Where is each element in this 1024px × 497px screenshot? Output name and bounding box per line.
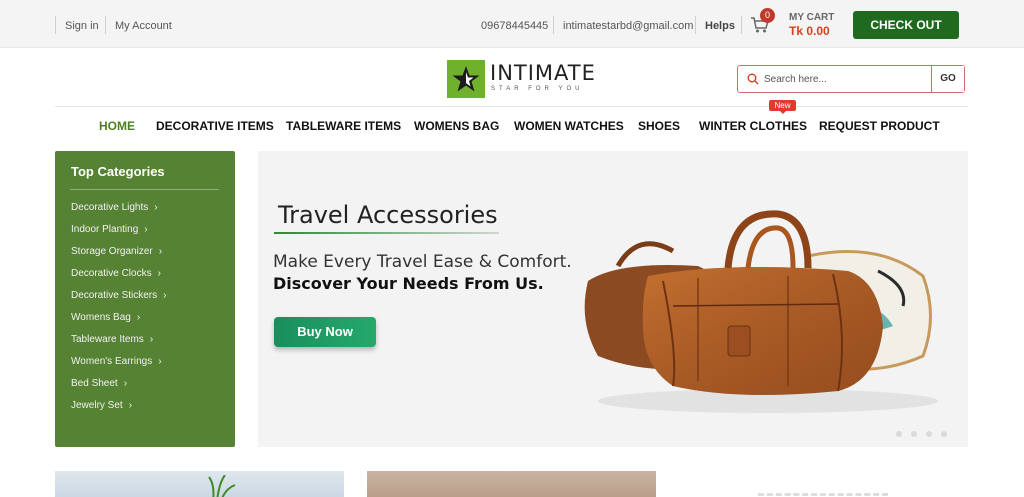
category-label: Women's Earrings bbox=[71, 356, 153, 367]
carousel-dot[interactable] bbox=[896, 431, 902, 437]
category-womens-bag[interactable]: Womens Bag › bbox=[71, 312, 140, 323]
checkout-button[interactable]: CHECK OUT bbox=[853, 11, 959, 39]
my-account-link[interactable]: My Account bbox=[115, 20, 172, 32]
banner-subtitle: Make Every Travel Ease & Comfort. bbox=[273, 252, 572, 272]
category-label: Decorative Lights bbox=[71, 202, 149, 213]
chevron-right-icon: › bbox=[154, 202, 158, 213]
helps-link[interactable]: Helps bbox=[705, 20, 735, 32]
search-go-button[interactable]: GO bbox=[931, 66, 964, 92]
divider bbox=[741, 16, 742, 34]
nav-shoes[interactable]: SHOES bbox=[638, 119, 680, 133]
cart-count-badge: 0 bbox=[760, 8, 775, 23]
chevron-right-icon: › bbox=[128, 400, 133, 411]
search-icon bbox=[747, 73, 759, 85]
nav-decorative-items[interactable]: DECORATIVE ITEMS bbox=[156, 119, 274, 133]
category-label: Jewelry Set bbox=[71, 400, 123, 411]
carousel-dots bbox=[896, 424, 956, 442]
banner-underline bbox=[274, 232, 499, 234]
category-jewelry-set[interactable]: Jewelry Set › bbox=[71, 400, 132, 411]
star-logo-icon bbox=[452, 66, 480, 92]
phone-number: 09678445445 bbox=[481, 20, 549, 32]
category-tableware-items[interactable]: Tableware Items › bbox=[71, 334, 153, 345]
nav-womens-bag[interactable]: WOMENS BAG bbox=[414, 119, 499, 133]
category-label: Bed Sheet bbox=[71, 378, 118, 389]
divider bbox=[695, 16, 696, 34]
category-label: Decorative Stickers bbox=[71, 290, 158, 301]
chevron-right-icon: › bbox=[149, 334, 154, 345]
category-label: Storage Organizer bbox=[71, 246, 153, 257]
buy-now-button[interactable]: Buy Now bbox=[274, 317, 376, 347]
carousel-dot[interactable] bbox=[941, 431, 947, 437]
email-link[interactable]: intimatestarbd@gmail.com bbox=[563, 20, 693, 32]
chevron-right-icon: › bbox=[144, 224, 148, 235]
logo-wordmark[interactable]: INTIMATE bbox=[490, 61, 596, 85]
promo-tile-text bbox=[758, 493, 888, 497]
sign-in-link[interactable]: Sign in bbox=[65, 20, 99, 32]
divider bbox=[70, 189, 219, 190]
chevron-right-icon: › bbox=[163, 290, 167, 301]
carousel-dot[interactable] bbox=[926, 431, 932, 437]
category-bed-sheet[interactable]: Bed Sheet › bbox=[71, 378, 127, 389]
cart-total: Tk 0.00 bbox=[789, 24, 830, 38]
nav-home[interactable]: HOME bbox=[99, 119, 135, 133]
banner-title: Travel Accessories bbox=[278, 201, 498, 229]
top-categories-sidebar: Top Categories Decorative Lights › Indoor… bbox=[55, 151, 235, 447]
top-bar: Sign in My Account 09678445445 intimates… bbox=[0, 0, 1024, 48]
chevron-right-icon: › bbox=[123, 378, 128, 389]
chevron-right-icon: › bbox=[136, 312, 141, 323]
divider bbox=[105, 16, 106, 34]
travel-bags-image bbox=[584, 210, 938, 413]
carousel-dot[interactable] bbox=[911, 431, 917, 437]
divider bbox=[553, 16, 554, 34]
category-indoor-planting[interactable]: Indoor Planting › bbox=[71, 224, 148, 235]
category-decorative-stickers[interactable]: Decorative Stickers › bbox=[71, 290, 166, 301]
search-bar: GO bbox=[737, 65, 965, 93]
logo[interactable] bbox=[447, 60, 485, 98]
category-decorative-clocks[interactable]: Decorative Clocks › bbox=[71, 268, 161, 279]
banner-tagline: Discover Your Needs From Us. bbox=[273, 274, 544, 293]
nav-women-watches[interactable]: WOMEN WATCHES bbox=[514, 119, 624, 133]
search-input[interactable] bbox=[764, 69, 929, 89]
promo-tile[interactable] bbox=[678, 471, 968, 497]
category-label: Decorative Clocks bbox=[71, 268, 152, 279]
promo-tile[interactable] bbox=[367, 471, 656, 497]
divider bbox=[55, 16, 56, 34]
nav-winter-clothes[interactable]: WINTER CLOTHES bbox=[699, 119, 807, 133]
logo-tagline: STAR FOR YOU bbox=[491, 86, 584, 92]
sidebar-title: Top Categories bbox=[71, 164, 165, 179]
category-label: Indoor Planting bbox=[71, 224, 139, 235]
category-label: Womens Bag bbox=[71, 312, 131, 323]
promo-tile[interactable] bbox=[55, 471, 344, 497]
chevron-right-icon: › bbox=[157, 268, 161, 279]
cart-label: MY CART bbox=[789, 12, 835, 23]
chevron-right-icon: › bbox=[158, 356, 162, 367]
nav-request-product[interactable]: REQUEST PRODUCT bbox=[819, 119, 940, 133]
chevron-right-icon: › bbox=[158, 246, 163, 257]
new-badge: New bbox=[769, 100, 796, 114]
category-womens-earrings[interactable]: Women's Earrings › bbox=[71, 356, 162, 367]
category-label: Tableware Items bbox=[71, 334, 144, 345]
category-storage-organizer[interactable]: Storage Organizer › bbox=[71, 246, 162, 257]
hero-banner[interactable]: Travel Accessories Make Every Travel Eas… bbox=[258, 151, 968, 447]
plant-image bbox=[208, 475, 236, 497]
category-decorative-lights[interactable]: Decorative Lights › bbox=[71, 202, 158, 213]
nav-tableware-items[interactable]: TABLEWARE ITEMS bbox=[286, 119, 401, 133]
header-divider bbox=[55, 106, 968, 107]
